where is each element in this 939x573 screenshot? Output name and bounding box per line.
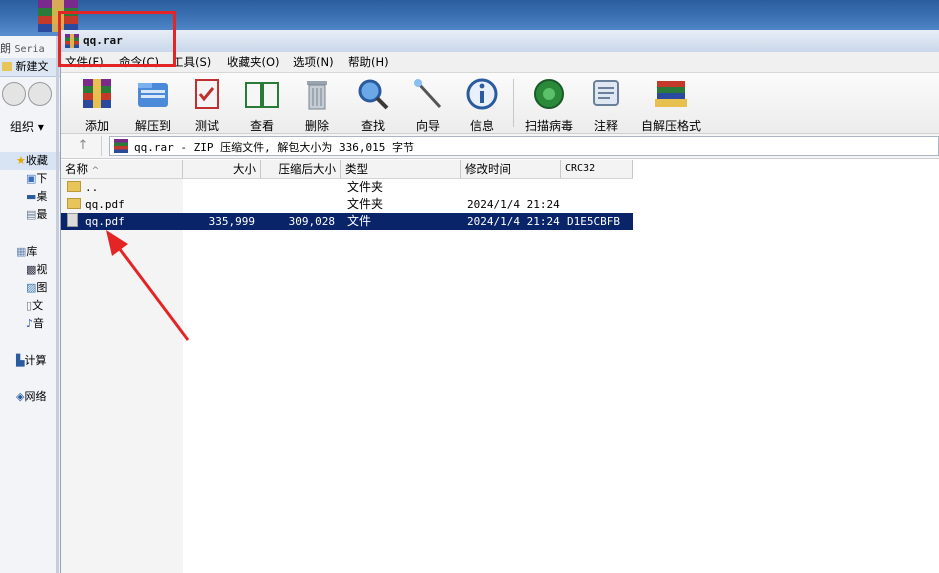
annotation-arrow [106,230,190,341]
